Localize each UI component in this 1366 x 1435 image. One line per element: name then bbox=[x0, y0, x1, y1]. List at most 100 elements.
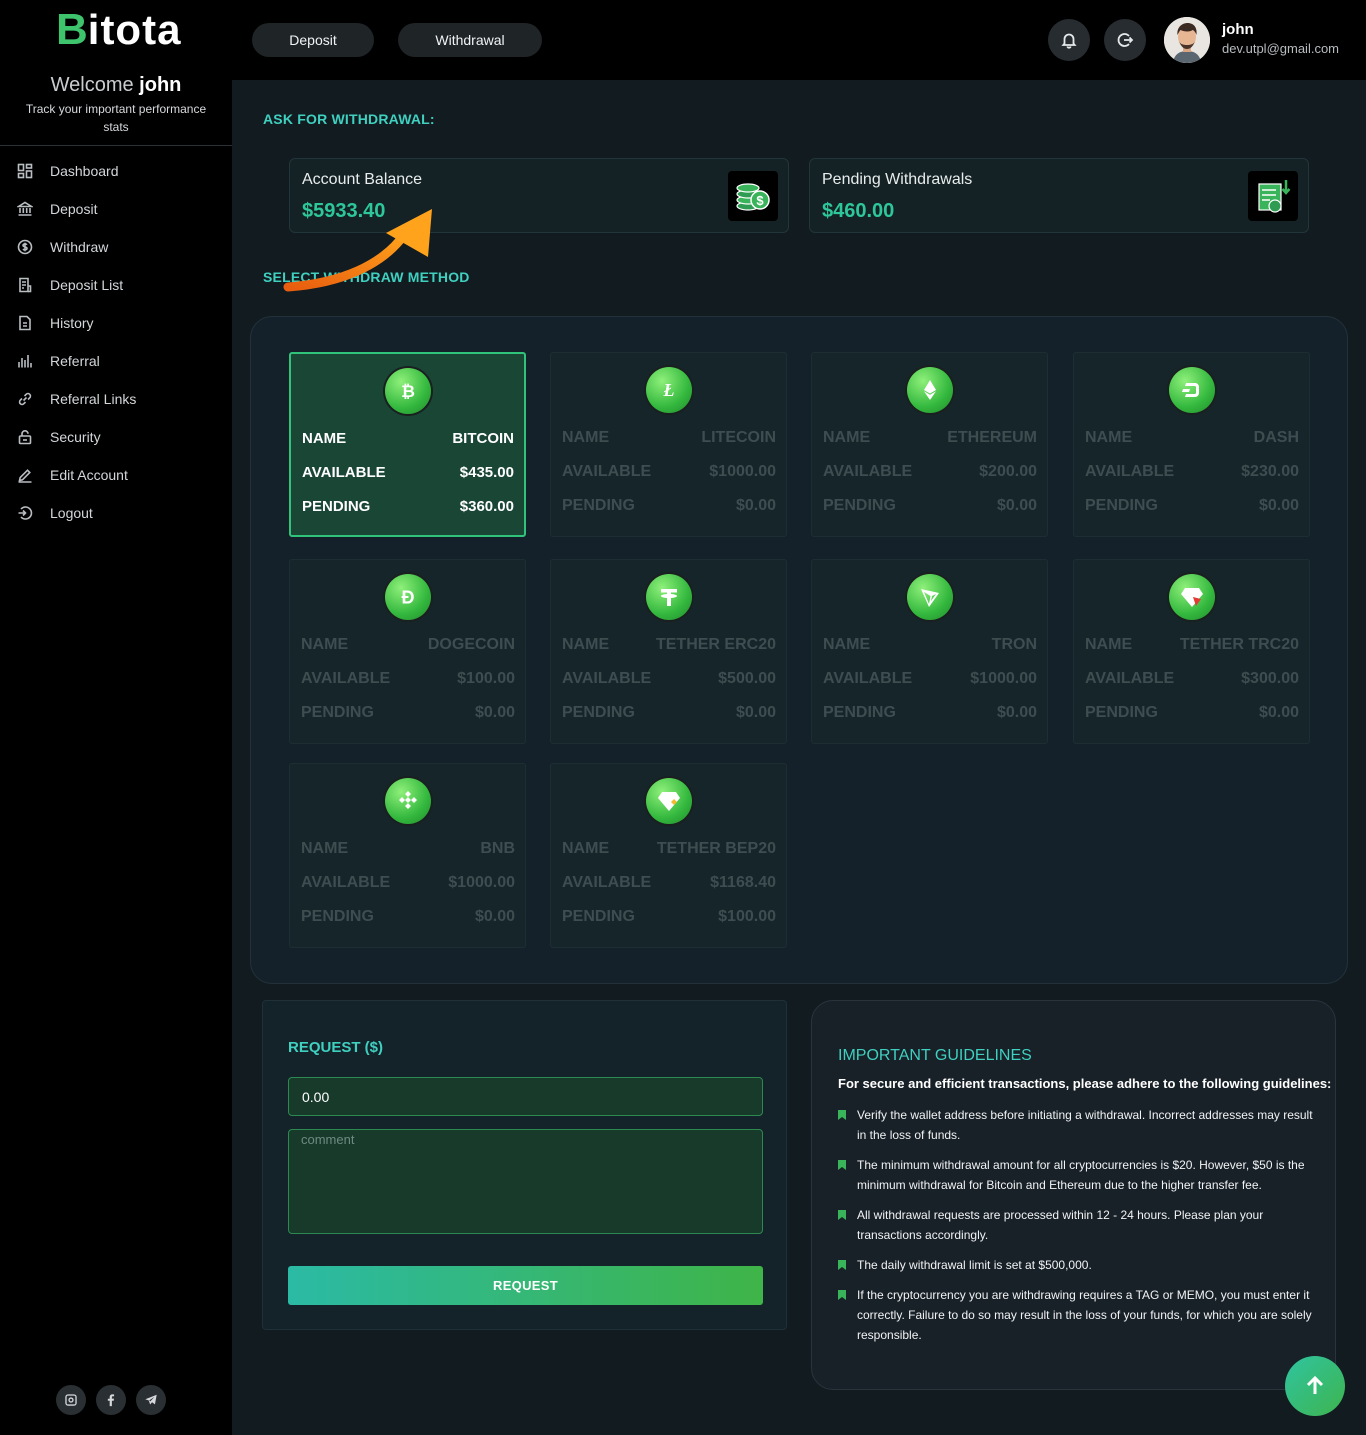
welcome-name: john bbox=[139, 74, 182, 96]
top-bar: Deposit Withdrawal john dev.utpl@gmail.c… bbox=[232, 0, 1366, 80]
dollar-circle-icon bbox=[17, 239, 33, 255]
sidebar-item-referral[interactable]: Referral bbox=[0, 342, 232, 380]
method-available: $230.00 bbox=[1241, 463, 1299, 480]
pending-label: PENDING bbox=[562, 908, 635, 925]
method-available: $500.00 bbox=[718, 670, 776, 687]
pending-label: PENDING bbox=[562, 497, 635, 514]
method-pending: $0.00 bbox=[1258, 497, 1299, 514]
name-label: NAME bbox=[562, 429, 610, 446]
bnb-icon bbox=[398, 791, 417, 809]
welcome-text: Welcome john bbox=[0, 74, 232, 97]
method-card-bitcoin[interactable]: ₿ NAME BITCOIN AVAILABLE $435.00 PENDING $360.… bbox=[289, 352, 526, 537]
method-card-tether-erc20[interactable]: NAME TETHER ERC20 AVAILABLE $500.00 PENDING $… bbox=[550, 559, 787, 744]
notifications-button[interactable] bbox=[1048, 19, 1090, 61]
litecoin-icon: Ł bbox=[662, 380, 674, 400]
guideline-item: The minimum withdrawal amount for all cr… bbox=[838, 1155, 1318, 1195]
deposit-button[interactable]: Deposit bbox=[252, 23, 374, 57]
method-card-dogecoin[interactable]: Ð NAME DOGECOIN AVAILABLE $100.00 PENDING $0.0… bbox=[289, 559, 526, 744]
request-panel: REQUEST ($) REQUEST bbox=[262, 1000, 787, 1330]
telegram-icon bbox=[145, 1394, 157, 1405]
sidebar-item-history[interactable]: History bbox=[0, 304, 232, 342]
sidebar-item-withdraw[interactable]: Withdraw bbox=[0, 228, 232, 266]
method-pending: $0.00 bbox=[735, 704, 776, 721]
lock-icon bbox=[18, 430, 32, 445]
guidelines-list: Verify the wallet address before initiat… bbox=[838, 1105, 1318, 1355]
sidebar-item-dashboard[interactable]: Dashboard bbox=[0, 152, 232, 190]
pending-label: PENDING bbox=[823, 704, 896, 721]
sidebar-nav: Dashboard Deposit Withdraw Deposit List … bbox=[0, 152, 232, 532]
method-name: TETHER BEP20 bbox=[656, 840, 776, 857]
scroll-to-top-button[interactable] bbox=[1285, 1356, 1345, 1416]
sidebar-item-label: Referral bbox=[50, 353, 100, 369]
telegram-link[interactable] bbox=[136, 1385, 166, 1415]
comment-field[interactable] bbox=[288, 1129, 763, 1234]
sidebar-item-logout[interactable]: Logout bbox=[0, 494, 232, 532]
facebook-icon bbox=[107, 1394, 115, 1407]
pending-label: PENDING bbox=[302, 498, 371, 515]
sidebar-item-label: Edit Account bbox=[50, 467, 128, 483]
method-available: $435.00 bbox=[459, 464, 514, 481]
name-label: NAME bbox=[823, 636, 871, 653]
method-card-tether-bep20[interactable]: NAME TETHER BEP20 AVAILABLE $1168.40 PENDING… bbox=[550, 763, 787, 948]
method-card-dash[interactable]: NAME DASH AVAILABLE $230.00 PENDING $0.00 bbox=[1073, 352, 1310, 537]
pending-report-icon bbox=[1248, 171, 1298, 221]
sidebar-item-edit-account[interactable]: Edit Account bbox=[0, 456, 232, 494]
method-name: LITECOIN bbox=[701, 429, 776, 446]
method-name: TETHER ERC20 bbox=[655, 636, 776, 653]
bar-chart-icon bbox=[18, 355, 32, 368]
tether-icon bbox=[660, 589, 677, 606]
user-email: dev.utpl@gmail.com bbox=[1222, 41, 1339, 56]
coin-badge bbox=[906, 574, 953, 620]
pending-label: PENDING bbox=[562, 704, 635, 721]
method-card-tether-trc20[interactable]: NAME TETHER TRC20 AVAILABLE $300.00 PENDING $… bbox=[1073, 559, 1310, 744]
method-pending: $0.00 bbox=[996, 497, 1037, 514]
facebook-link[interactable] bbox=[96, 1385, 126, 1415]
brand-logo[interactable]: Bitota bbox=[56, 6, 181, 54]
coin-badge bbox=[645, 574, 692, 620]
avatar[interactable] bbox=[1164, 17, 1210, 63]
link-icon bbox=[18, 392, 32, 406]
withdrawal-button[interactable]: Withdrawal bbox=[398, 23, 542, 57]
guidelines-title: IMPORTANT GUIDELINES bbox=[838, 1047, 1032, 1064]
instagram-link[interactable] bbox=[56, 1385, 86, 1415]
guideline-item: All withdrawal requests are processed wi… bbox=[838, 1205, 1318, 1245]
sidebar-item-label: Deposit List bbox=[50, 277, 124, 293]
sidebar-item-deposit[interactable]: Deposit bbox=[0, 190, 232, 228]
guideline-item: Verify the wallet address before initiat… bbox=[838, 1105, 1318, 1145]
method-card-ethereum[interactable]: NAME ETHEREUM AVAILABLE $200.00 PENDING $0.00 bbox=[811, 352, 1048, 537]
svg-text:Ð: Ð bbox=[401, 588, 414, 608]
welcome-prefix: Welcome bbox=[50, 74, 134, 96]
method-available: $1000.00 bbox=[709, 463, 776, 480]
amount-input[interactable] bbox=[288, 1077, 763, 1116]
logout-button[interactable] bbox=[1104, 19, 1146, 61]
sidebar-item-label: Referral Links bbox=[50, 391, 137, 407]
sidebar-item-deposit-list[interactable]: Deposit List bbox=[0, 266, 232, 304]
method-pending: $0.00 bbox=[996, 704, 1037, 721]
coin-badge: Ł bbox=[645, 367, 692, 413]
available-label: AVAILABLE bbox=[301, 874, 391, 891]
pending-label: PENDING bbox=[1085, 704, 1158, 721]
request-title: REQUEST ($) bbox=[288, 1039, 384, 1056]
sidebar-item-security[interactable]: Security bbox=[0, 418, 232, 456]
method-card-litecoin[interactable]: Ł NAME LITECOIN AVAILABLE $1000.00 PENDING $0.… bbox=[550, 352, 787, 537]
annotation-arrow bbox=[283, 209, 432, 292]
logout-icon bbox=[18, 506, 33, 520]
method-pending: $360.00 bbox=[459, 498, 514, 515]
name-label: NAME bbox=[301, 840, 349, 857]
available-label: AVAILABLE bbox=[562, 463, 652, 480]
sidebar-item-referral-links[interactable]: Referral Links bbox=[0, 380, 232, 418]
dogecoin-icon: Ð bbox=[401, 588, 414, 608]
method-available: $300.00 bbox=[1241, 670, 1299, 687]
method-pending: $100.00 bbox=[718, 908, 776, 925]
method-pending: $0.00 bbox=[1258, 704, 1299, 721]
pencil-icon bbox=[18, 469, 32, 483]
bitcoin-icon: ₿ bbox=[401, 382, 415, 401]
request-button[interactable]: REQUEST bbox=[288, 1266, 763, 1305]
method-card-bnb[interactable]: NAME BNB AVAILABLE $1000.00 PENDING $0.00 bbox=[289, 763, 526, 948]
name-label: NAME bbox=[823, 429, 871, 446]
sidebar-item-label: Security bbox=[50, 429, 101, 445]
method-card-tron[interactable]: NAME TRON AVAILABLE $1000.00 PENDING $0.00 bbox=[811, 559, 1048, 744]
instagram-icon bbox=[65, 1394, 77, 1406]
name-label: NAME bbox=[302, 430, 347, 447]
bell-icon bbox=[1061, 33, 1077, 49]
